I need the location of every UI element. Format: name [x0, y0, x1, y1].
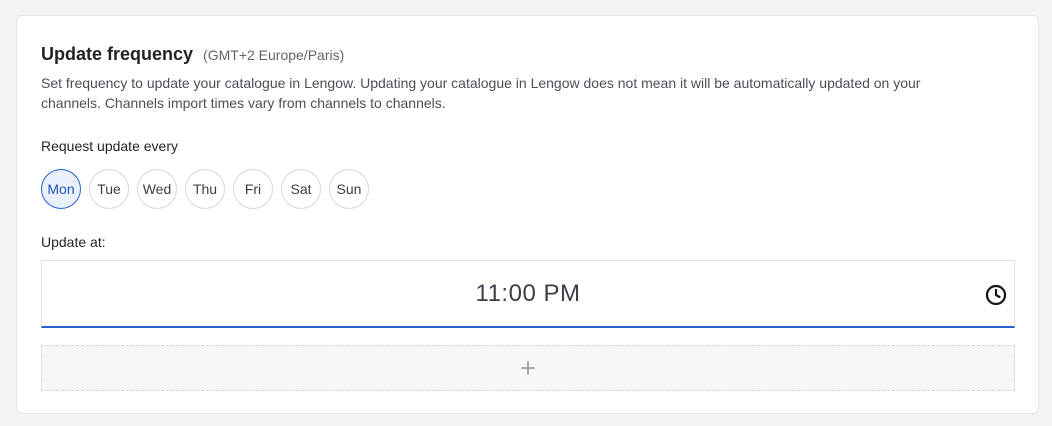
update-at-label: Update at:	[41, 234, 106, 250]
update-frequency-card: Update frequency (GMT+2 Europe/Paris) Se…	[16, 15, 1039, 414]
day-wed-button[interactable]: Wed	[137, 169, 177, 209]
update-time-input[interactable]: 11:00 PM	[41, 260, 1015, 328]
plus-icon	[521, 361, 535, 375]
clock-icon[interactable]	[984, 283, 1008, 307]
request-update-label: Request update every	[41, 138, 178, 154]
timezone-label: (GMT+2 Europe/Paris)	[203, 47, 345, 63]
day-selector: Mon Tue Wed Thu Fri Sat Sun	[41, 169, 369, 209]
day-tue-button[interactable]: Tue	[89, 169, 129, 209]
section-title: Update frequency	[41, 44, 194, 64]
update-time-value: 11:00 PM	[475, 279, 581, 307]
add-update-time-button[interactable]	[41, 345, 1015, 391]
day-sun-button[interactable]: Sun	[329, 169, 369, 209]
section-header: Update frequency (GMT+2 Europe/Paris)	[41, 44, 344, 65]
day-sat-button[interactable]: Sat	[281, 169, 321, 209]
day-mon-button[interactable]: Mon	[41, 169, 81, 209]
day-fri-button[interactable]: Fri	[233, 169, 273, 209]
day-thu-button[interactable]: Thu	[185, 169, 225, 209]
section-description: Set frequency to update your catalogue i…	[41, 75, 921, 111]
